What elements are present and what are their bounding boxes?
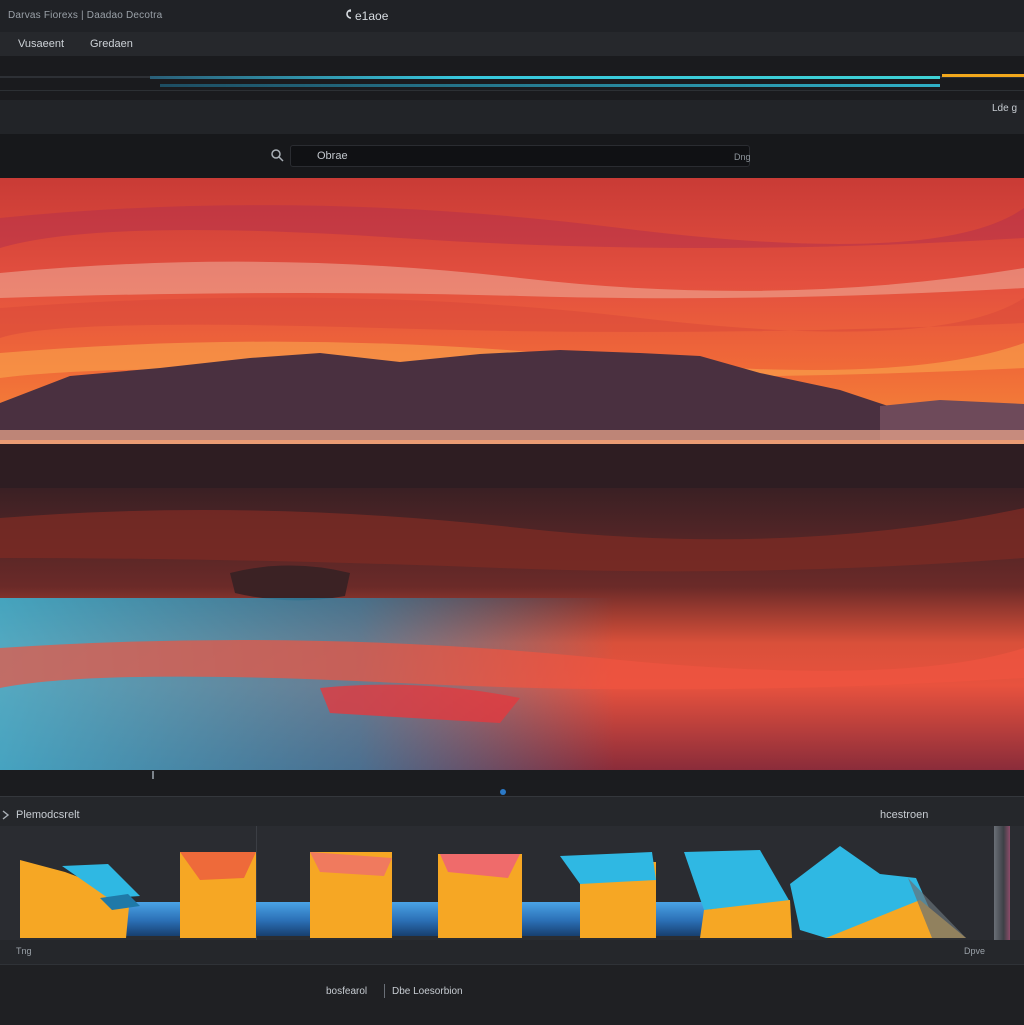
- footer-divider: [384, 984, 385, 998]
- timeline-progress-orange: [942, 74, 1024, 77]
- menu-item-edit[interactable]: Gredaen: [90, 38, 133, 50]
- timeline-bottom-line: [0, 90, 1024, 91]
- playhead-marker-icon[interactable]: [500, 789, 506, 795]
- landscape-image: [0, 178, 1024, 770]
- timeline-progress-cyan-secondary: [160, 84, 940, 87]
- panel-right-label[interactable]: hcestroen: [880, 809, 928, 821]
- document-title: e1aoe: [355, 9, 389, 23]
- clip-blocks[interactable]: [0, 840, 1000, 944]
- search-icon[interactable]: [270, 148, 284, 162]
- image-viewer[interactable]: [0, 178, 1024, 770]
- footer-bar: [0, 964, 1024, 1025]
- menu-bar: [0, 32, 1024, 56]
- search-input[interactable]: [290, 145, 750, 167]
- window-title: Darvas Fiorexs | Daadao Decotra: [8, 10, 163, 21]
- panel-right-hint[interactable]: Dpve: [964, 946, 985, 956]
- menu-item-view[interactable]: Vusaeent: [18, 38, 64, 50]
- timeline-strip[interactable]: [0, 56, 1024, 100]
- timeline-progress-cyan: [150, 76, 940, 79]
- panel-left-hint: Tng: [16, 946, 32, 956]
- footer-left-label[interactable]: bosfearol: [326, 986, 367, 997]
- panel-toggle-icon[interactable]: [2, 810, 10, 820]
- toolbar-right-label[interactable]: Lde g: [992, 103, 1017, 114]
- panel-title: Plemodcsrelt: [16, 809, 80, 821]
- footer-right-label[interactable]: Dbe Loesorbion: [392, 986, 463, 997]
- app-logo-icon: [346, 9, 352, 19]
- search-hint: Dng: [734, 152, 751, 162]
- toolbar: [0, 100, 1024, 134]
- viewer-scrub-tick: [152, 771, 154, 779]
